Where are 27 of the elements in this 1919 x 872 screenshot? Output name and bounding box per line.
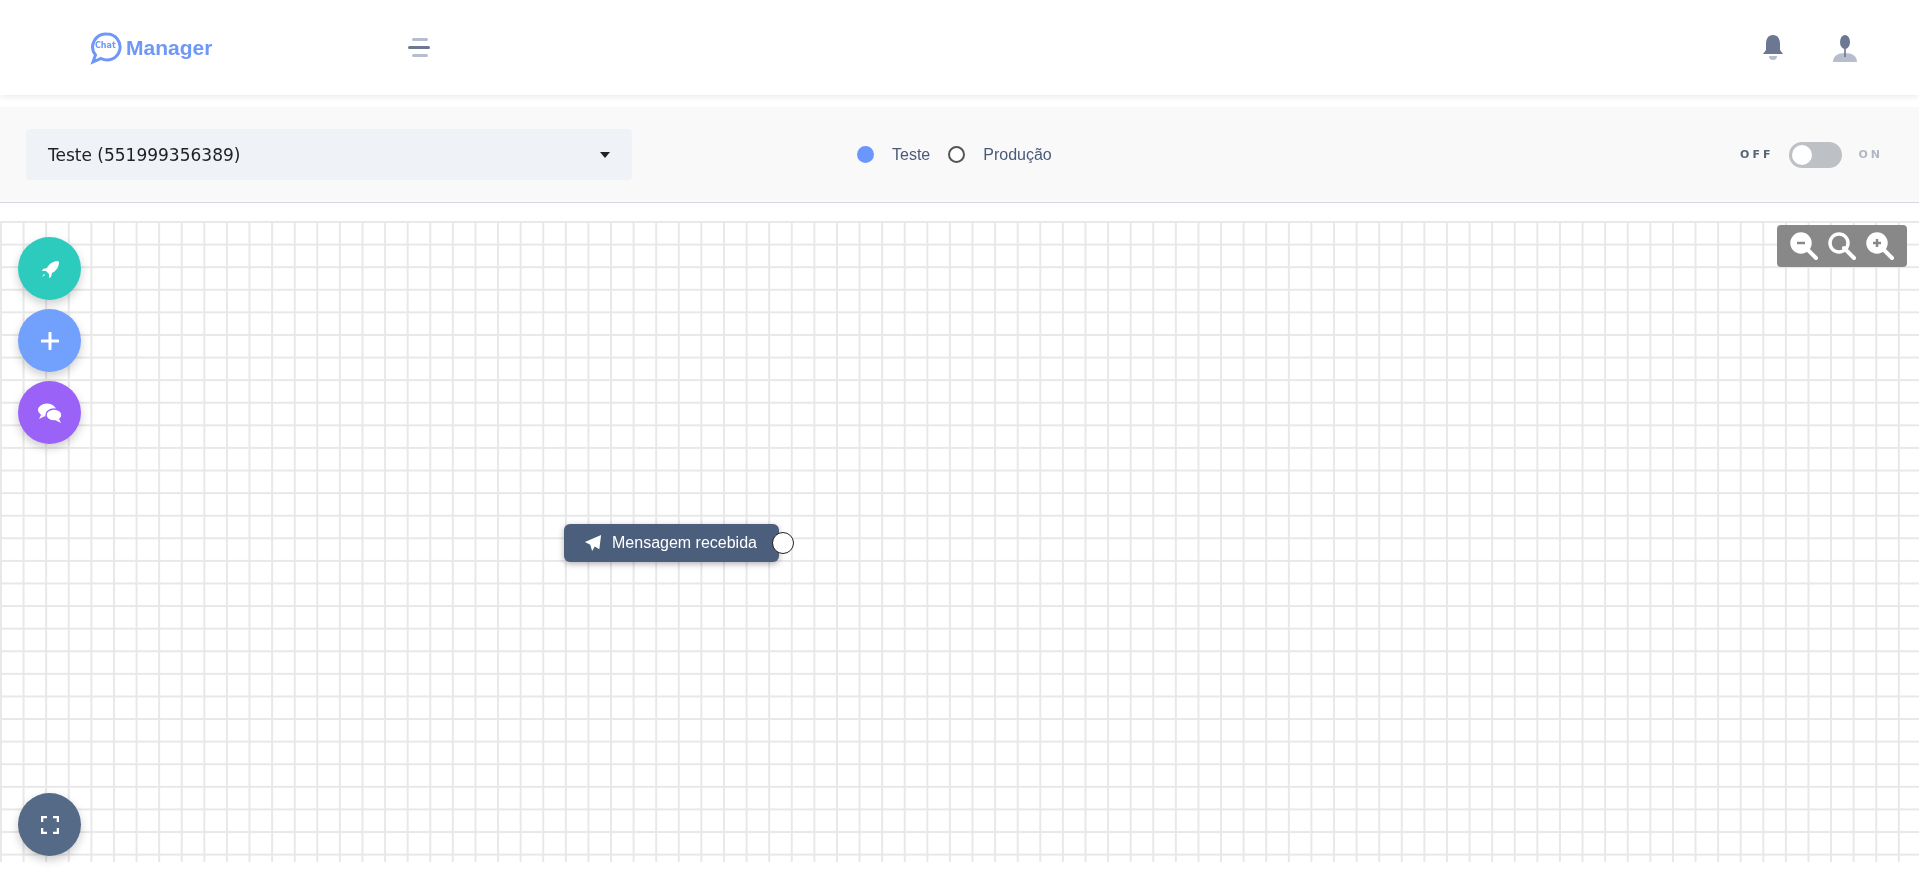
flow-canvas[interactable]: Mensagem recebida [0, 221, 1919, 862]
fullscreen-icon [40, 815, 59, 834]
logo-text: Manager [126, 35, 213, 60]
logo-badge-text: Chat [95, 40, 116, 50]
fullscreen-button[interactable] [18, 793, 81, 856]
environment-radio[interactable]: Teste [857, 145, 931, 164]
chat-bubbles-icon [36, 401, 63, 424]
environment-radio[interactable]: Produção [948, 145, 1052, 164]
on-label: ON [1858, 148, 1883, 161]
on-off-toggle[interactable] [1789, 141, 1843, 168]
flow-node[interactable]: Mensagem recebida [564, 524, 779, 562]
zoom-out-icon[interactable] [1789, 231, 1819, 261]
zoom-in-icon[interactable] [1865, 231, 1895, 261]
number-select[interactable]: Teste (551999356389) [26, 129, 632, 180]
off-label: OFF [1740, 148, 1774, 161]
chat-bubble-icon [90, 30, 124, 65]
caret-down-icon [600, 151, 610, 158]
user-icon[interactable] [1831, 33, 1859, 62]
plus-icon [40, 331, 59, 350]
bell-icon[interactable] [1761, 33, 1785, 62]
chat-button[interactable] [18, 381, 81, 444]
add-button[interactable] [18, 309, 81, 372]
launch-button[interactable] [18, 237, 81, 300]
paper-plane-icon [584, 534, 602, 552]
rocket-icon [39, 258, 60, 279]
zoom-reset-icon[interactable] [1827, 231, 1857, 261]
menu-icon[interactable] [408, 37, 431, 58]
